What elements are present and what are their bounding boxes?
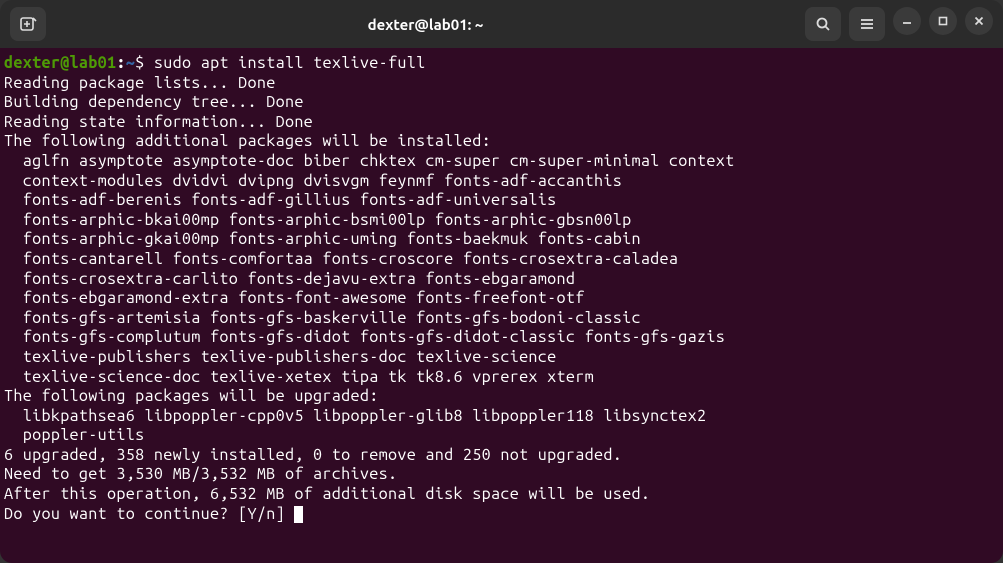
new-tab-icon (19, 15, 37, 33)
close-button[interactable] (965, 7, 993, 35)
titlebar-right (805, 7, 993, 41)
prompt-path: ~ (126, 54, 135, 72)
cursor (294, 506, 303, 523)
titlebar: dexter@lab01: ~ (0, 0, 1003, 48)
terminal-window: dexter@lab01: ~ (0, 0, 1003, 563)
prompt-user-host: dexter@lab01 (4, 54, 116, 72)
terminal-body[interactable]: dexter@lab01:~$ sudo apt install texlive… (0, 48, 1003, 563)
new-tab-button[interactable] (10, 7, 46, 41)
maximize-button[interactable] (929, 7, 957, 35)
search-button[interactable] (805, 7, 841, 41)
prompt-colon: : (116, 54, 125, 72)
terminal-output: Reading package lists... Done Building d… (4, 74, 734, 523)
maximize-icon (937, 15, 949, 27)
search-icon (815, 16, 831, 32)
titlebar-left (10, 7, 46, 41)
minimize-icon (901, 15, 913, 27)
prompt-symbol: $ (135, 54, 144, 72)
command-text: sudo apt install texlive-full (154, 54, 426, 72)
close-icon (973, 15, 985, 27)
minimize-button[interactable] (893, 7, 921, 35)
hamburger-icon (859, 16, 875, 32)
window-title: dexter@lab01: ~ (52, 16, 799, 33)
menu-button[interactable] (849, 7, 885, 41)
